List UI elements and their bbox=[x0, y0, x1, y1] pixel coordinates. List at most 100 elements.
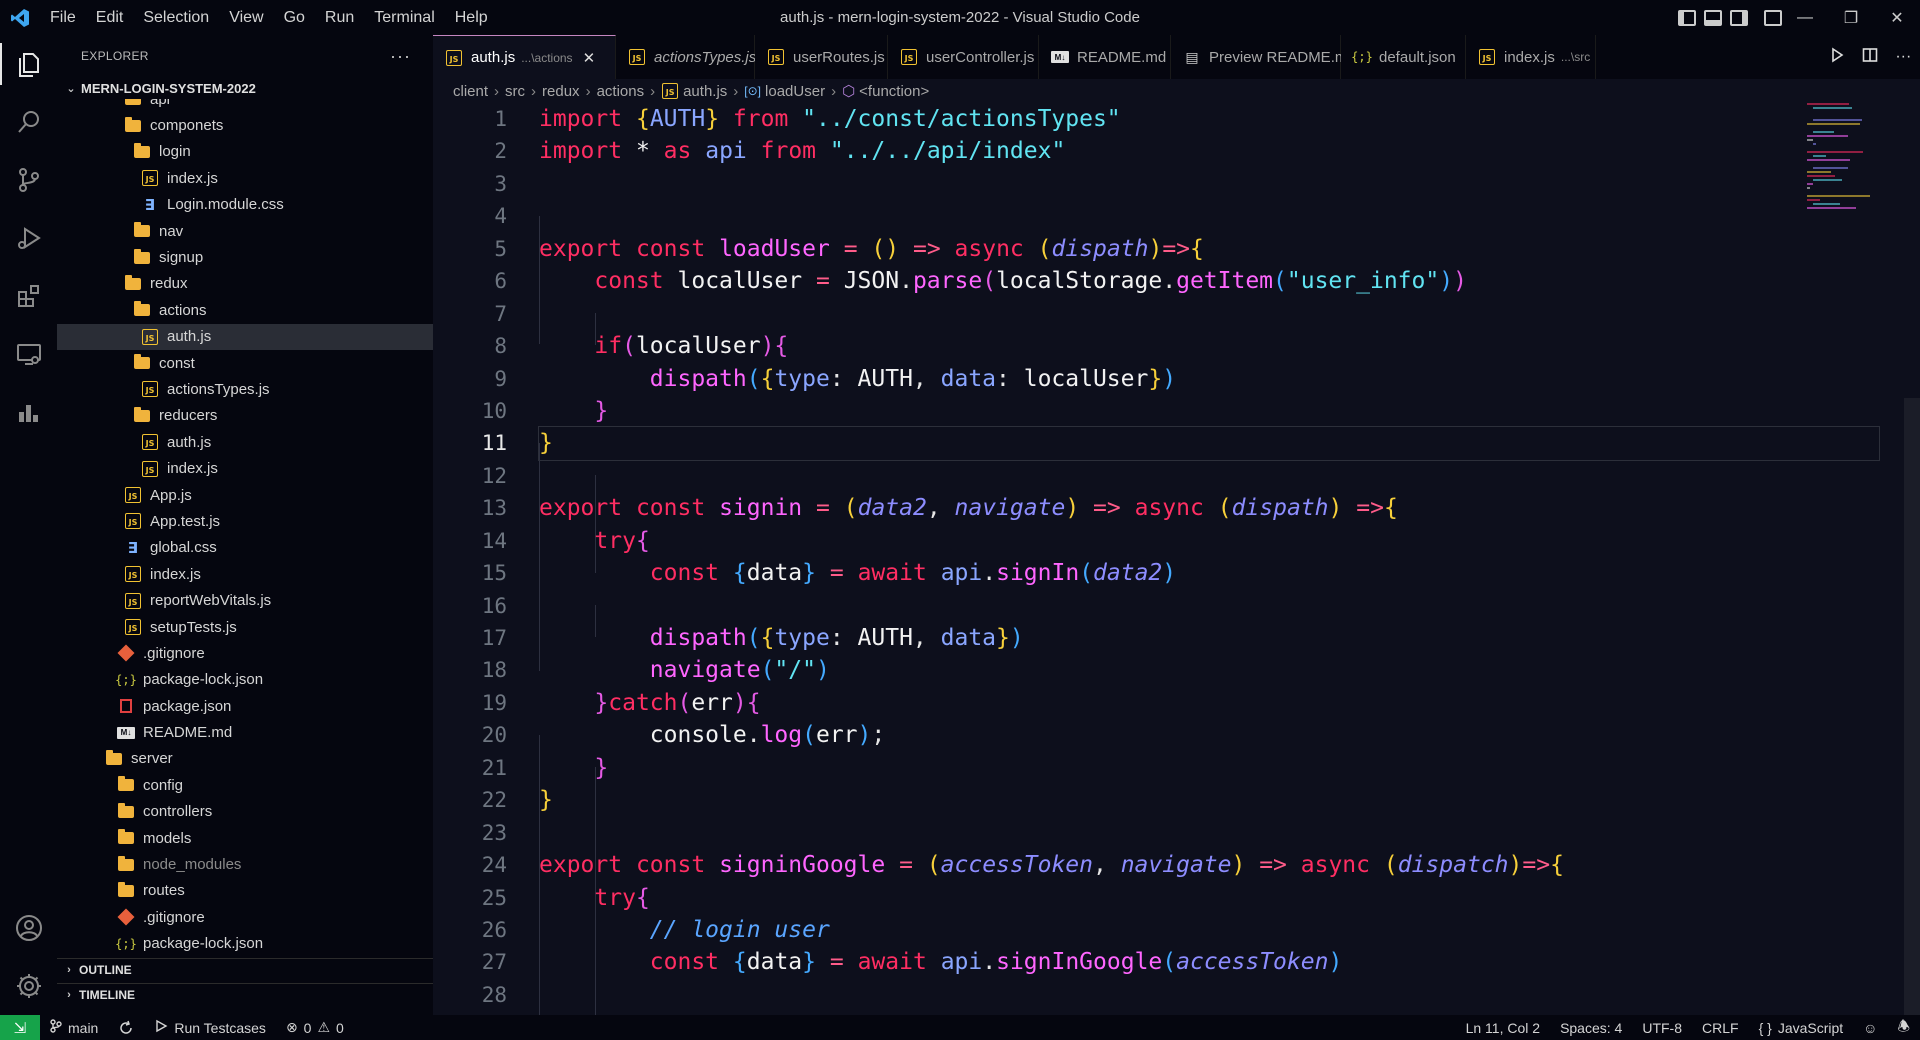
tree-item[interactable]: .gitignore bbox=[57, 904, 433, 930]
tree-item[interactable]: {;} package-lock.json bbox=[57, 667, 433, 693]
source-control-icon[interactable] bbox=[0, 151, 57, 209]
tree-item[interactable]: api bbox=[57, 99, 433, 112]
restore-icon[interactable]: ❐ bbox=[1828, 0, 1874, 35]
extensions-icon[interactable] bbox=[0, 267, 57, 325]
tree-item[interactable]: ∃ Login.module.css bbox=[57, 192, 433, 218]
breadcrumb-item[interactable]: client bbox=[453, 83, 488, 100]
code-editor[interactable]: 1 2 3 4 5 6 7 8 9 10 11 12 13 14 15 16 17 18 19 20 21 22 23 24 2… bbox=[433, 103, 1920, 1015]
tree-item[interactable]: signup bbox=[57, 244, 433, 270]
tab-label: userRoutes.js bbox=[793, 48, 885, 66]
tab-readme-md[interactable]: M↓ README.md bbox=[1039, 35, 1171, 79]
tree-item[interactable]: server bbox=[57, 746, 433, 772]
breadcrumb-item[interactable]: actions bbox=[597, 83, 645, 100]
feedback-icon[interactable]: ☺ bbox=[1853, 1020, 1887, 1036]
tree-item[interactable]: ∃ global.css bbox=[57, 535, 433, 561]
js-file-icon: JS bbox=[900, 48, 918, 66]
settings-gear-icon[interactable] bbox=[0, 957, 57, 1015]
menu-edit[interactable]: Edit bbox=[86, 0, 134, 35]
line-number: 6 bbox=[494, 269, 507, 294]
tab-actionstypes-js[interactable]: JS actionsTypes.js bbox=[616, 35, 756, 79]
breadcrumb-item[interactable]: <function> bbox=[859, 83, 929, 100]
outline-section[interactable]: › OUTLINE bbox=[57, 958, 433, 980]
tree-item[interactable]: JS index.js bbox=[57, 455, 433, 481]
tab-default-json[interactable]: {;} default.json bbox=[1341, 35, 1466, 79]
tree-item[interactable]: JS index.js bbox=[57, 561, 433, 587]
toggle-panel-icon[interactable] bbox=[1704, 9, 1722, 26]
problems-indicator[interactable]: ⊗ 0 ⚠ 0 bbox=[276, 1019, 354, 1036]
tree-item[interactable]: redux bbox=[57, 271, 433, 297]
breadcrumb-item[interactable]: redux bbox=[542, 83, 580, 100]
tab-usercontroller-js[interactable]: JS userController.js bbox=[888, 35, 1039, 79]
tree-item[interactable]: const bbox=[57, 350, 433, 376]
run-testcases-button[interactable]: Run Testcases bbox=[144, 1019, 276, 1036]
tree-item[interactable]: {;} package-lock.json bbox=[57, 931, 433, 957]
sync-icon[interactable] bbox=[108, 1020, 144, 1036]
tree-item[interactable]: actions bbox=[57, 297, 433, 323]
analytics-icon[interactable] bbox=[0, 383, 57, 441]
explorer-icon[interactable] bbox=[0, 35, 57, 93]
tree-item[interactable]: .gitignore bbox=[57, 640, 433, 666]
tree-item[interactable]: nav bbox=[57, 218, 433, 244]
close-tab-icon[interactable]: ✕ bbox=[583, 49, 596, 67]
tree-item[interactable]: config bbox=[57, 772, 433, 798]
breadcrumb-item[interactable]: src bbox=[505, 83, 525, 100]
tree-item[interactable]: JS auth.js bbox=[57, 323, 433, 350]
tree-item[interactable]: JS actionsTypes.js bbox=[57, 376, 433, 402]
accounts-icon[interactable] bbox=[0, 899, 57, 957]
tree-item[interactable]: JS App.js bbox=[57, 482, 433, 508]
tree-item[interactable]: componets bbox=[57, 112, 433, 138]
menu-view[interactable]: View bbox=[219, 0, 273, 35]
tree-item[interactable]: JS App.test.js bbox=[57, 508, 433, 534]
branch-indicator[interactable]: main bbox=[40, 1019, 108, 1036]
breadcrumb-item[interactable]: loadUser bbox=[765, 83, 825, 100]
menu-file[interactable]: File bbox=[40, 0, 86, 35]
notifications-bell-icon[interactable]: 🕭 bbox=[1887, 1016, 1920, 1040]
more-icon[interactable]: ··· bbox=[1895, 48, 1911, 66]
tree-item[interactable]: JS setupTests.js bbox=[57, 614, 433, 640]
close-window-icon[interactable]: ✕ bbox=[1874, 0, 1920, 35]
project-root[interactable]: ⌄ MERN-LOGIN-SYSTEM-2022 bbox=[57, 77, 433, 99]
breadcrumb-item[interactable]: auth.js bbox=[683, 83, 727, 100]
tree-item-label: index.js bbox=[167, 169, 218, 187]
tree-item[interactable]: M↓ README.md bbox=[57, 719, 433, 745]
minimap[interactable] bbox=[1807, 103, 1902, 233]
tree-item[interactable]: controllers bbox=[57, 799, 433, 825]
menu-go[interactable]: Go bbox=[274, 0, 315, 35]
remote-indicator-icon[interactable]: ⇲ bbox=[0, 1015, 40, 1040]
customize-layout-icon[interactable] bbox=[1764, 9, 1782, 26]
minimize-icon[interactable]: — bbox=[1782, 0, 1828, 35]
tree-item[interactable]: JS index.js bbox=[57, 165, 433, 191]
tree-item[interactable]: package.json bbox=[57, 693, 433, 719]
search-icon[interactable] bbox=[0, 93, 57, 151]
cursor-position[interactable]: Ln 11, Col 2 bbox=[1456, 1020, 1550, 1036]
tree-item[interactable]: node_modules bbox=[57, 851, 433, 877]
menu-selection[interactable]: Selection bbox=[133, 0, 219, 35]
tab-auth-js[interactable]: JS auth.js ...\actions ✕ bbox=[433, 35, 616, 79]
minimap-line bbox=[1807, 183, 1813, 185]
language-mode[interactable]: { } JavaScript bbox=[1749, 1020, 1854, 1036]
indentation[interactable]: Spaces: 4 bbox=[1550, 1020, 1632, 1036]
tab-index-js[interactable]: JS index.js ...\src bbox=[1466, 35, 1596, 79]
tab-preview-readme-md[interactable]: ▤ Preview README.md bbox=[1171, 35, 1356, 79]
menu-help[interactable]: Help bbox=[445, 0, 498, 35]
tree-item[interactable]: models bbox=[57, 825, 433, 851]
tree-item[interactable]: login bbox=[57, 139, 433, 165]
timeline-section[interactable]: › TIMELINE bbox=[57, 983, 433, 1005]
split-editor-icon[interactable] bbox=[1862, 47, 1878, 68]
run-debug-icon[interactable] bbox=[0, 209, 57, 267]
run-icon[interactable] bbox=[1829, 47, 1845, 68]
toggle-primary-sidebar-icon[interactable] bbox=[1678, 9, 1696, 26]
encoding[interactable]: UTF-8 bbox=[1632, 1020, 1692, 1036]
remote-explorer-icon[interactable] bbox=[0, 325, 57, 383]
vertical-scrollbar[interactable] bbox=[1904, 398, 1920, 1015]
menu-run[interactable]: Run bbox=[315, 0, 364, 35]
end-of-line[interactable]: CRLF bbox=[1692, 1020, 1749, 1036]
tree-item[interactable]: JS reportWebVitals.js bbox=[57, 587, 433, 613]
tree-item[interactable]: reducers bbox=[57, 403, 433, 429]
toggle-secondary-sidebar-icon[interactable] bbox=[1730, 9, 1748, 26]
tab-userroutes-js[interactable]: JS userRoutes.js bbox=[755, 35, 888, 79]
tree-item[interactable]: routes bbox=[57, 878, 433, 904]
menu-terminal[interactable]: Terminal bbox=[364, 0, 444, 35]
more-actions-icon[interactable]: ··· bbox=[390, 46, 411, 67]
tree-item[interactable]: JS auth.js bbox=[57, 429, 433, 455]
